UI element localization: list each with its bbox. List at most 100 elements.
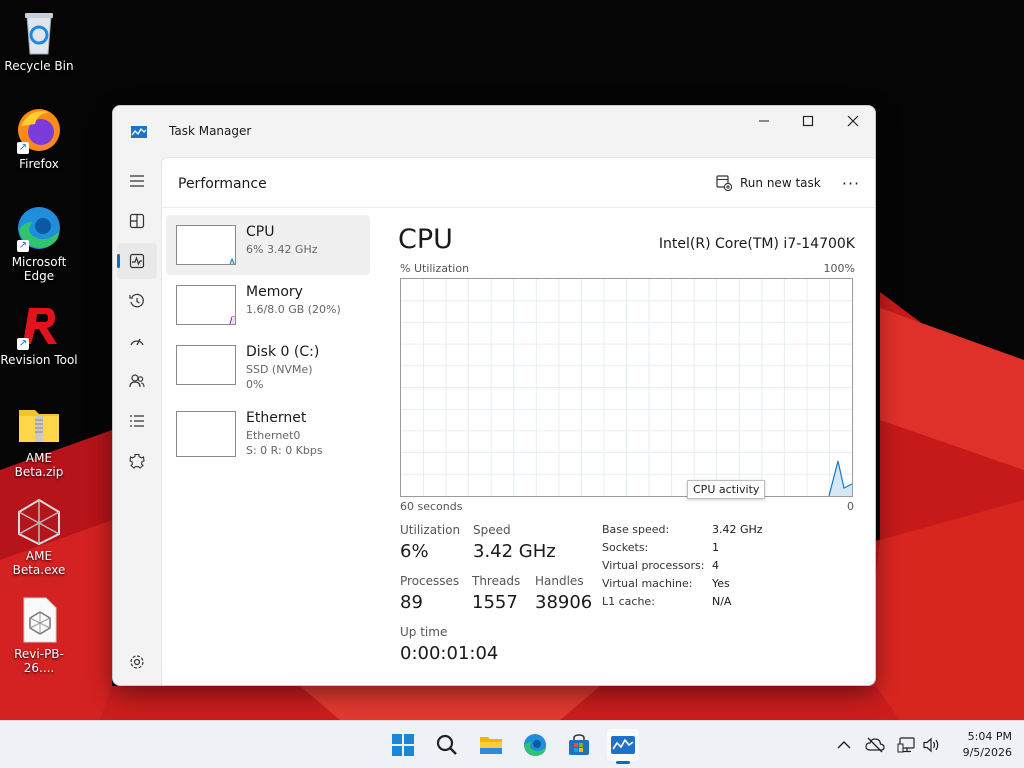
spec-label: Virtual machine: — [602, 577, 693, 590]
file-explorer-icon — [480, 737, 502, 754]
system-clock[interactable]: 5:04 PM 9/5/2026 — [950, 729, 1012, 761]
firefox-icon: ↗ — [15, 106, 63, 154]
resource-item-disk[interactable]: Disk 0 (C:) SSD (NVMe) 0% — [166, 335, 370, 395]
ethernet-thumbnail-graph — [176, 411, 236, 457]
spec-label: L1 cache: — [602, 595, 655, 608]
speed-value: 3.42 GHz — [473, 541, 556, 562]
desktop-icon-revision-tool[interactable]: ↗ Revision Tool — [0, 302, 78, 367]
zip-folder-icon — [15, 400, 63, 448]
desktop-icon-ame-exe[interactable]: AME Beta.exe — [0, 498, 78, 577]
search-icon — [436, 734, 457, 755]
nav-users[interactable] — [117, 363, 157, 399]
cpu-activity-tooltip: CPU activity — [687, 480, 766, 499]
nav-processes[interactable] — [117, 203, 157, 239]
nav-performance[interactable] — [117, 243, 157, 279]
processes-label: Processes — [400, 574, 460, 588]
resource-item-memory[interactable]: Memory 1.6/8.0 GB (20%) — [166, 275, 370, 335]
close-button[interactable] — [830, 106, 875, 136]
utilization-value: 6% — [400, 541, 429, 562]
nav-hamburger-button[interactable] — [117, 163, 157, 199]
maximize-icon — [802, 115, 814, 127]
spec-value: 4 — [712, 559, 719, 572]
taskbar-store[interactable] — [563, 729, 595, 761]
desktop-icon-edge[interactable]: ↗ Microsoft Edge — [0, 204, 78, 283]
maximize-button[interactable] — [785, 106, 831, 136]
startup-apps-icon — [130, 338, 144, 346]
network-icon — [897, 737, 915, 753]
hamburger-icon — [130, 175, 144, 187]
taskbar-edge[interactable] — [519, 729, 551, 761]
ame-exe-icon — [15, 498, 63, 546]
performance-page: Performance Run new task ··· CPU 6% 3.42… — [161, 157, 875, 685]
desktop-icon-label: Firefox — [19, 157, 59, 171]
network-status[interactable] — [897, 735, 917, 755]
desktop-icon-label: AME Beta.exe — [12, 549, 66, 577]
nav-services[interactable] — [117, 443, 157, 479]
min-axis-label: 0 — [847, 500, 854, 513]
taskbar-task-manager[interactable] — [607, 729, 639, 764]
performance-icon — [129, 253, 145, 269]
cpu-utilization-graph[interactable] — [400, 278, 853, 497]
spec-label: Base speed: — [602, 523, 670, 536]
spec-label: Virtual processors: — [602, 559, 705, 572]
title-bar[interactable]: Task Manager — [113, 106, 875, 156]
resource-detail: SSD (NVMe) — [246, 363, 313, 376]
task-manager-app-icon — [131, 123, 147, 138]
resource-detail: Ethernet0 — [246, 429, 301, 442]
start-button[interactable] — [387, 729, 419, 761]
onedrive-status[interactable] — [865, 735, 885, 755]
clock-time: 5:04 PM — [967, 730, 1012, 743]
desktop-icon-label: AME Beta.zip — [14, 451, 64, 479]
settings-icon — [130, 655, 144, 669]
clock-date: 9/5/2026 — [962, 746, 1012, 759]
nav-settings[interactable] — [117, 644, 157, 680]
time-axis-label: 60 seconds — [400, 500, 463, 513]
desktop-icon-firefox[interactable]: ↗ Firefox — [0, 106, 78, 171]
max-axis-label: 100% — [823, 262, 855, 275]
spec-label: Sockets: — [602, 541, 649, 554]
desktop-icon-ame-zip[interactable]: AME Beta.zip — [0, 400, 78, 479]
volume-control[interactable] — [922, 735, 942, 755]
run-new-task-label: Run new task — [740, 176, 821, 190]
minimize-button[interactable] — [741, 106, 787, 136]
utilization-label: Utilization — [400, 523, 461, 537]
close-icon — [847, 115, 859, 127]
resource-item-cpu[interactable]: CPU 6% 3.42 GHz — [166, 215, 370, 275]
handles-label: Handles — [535, 574, 584, 588]
task-manager-window: Task Manager Performance Run new task ··… — [112, 105, 876, 686]
more-icon: ··· — [841, 173, 861, 193]
desktop-icon-label: Recycle Bin — [4, 59, 74, 73]
processes-icon — [129, 213, 145, 229]
app-history-icon — [129, 293, 144, 308]
store-icon — [569, 734, 589, 755]
uptime-value: 0:00:01:04 — [400, 643, 499, 664]
revision-tool-icon: ↗ — [15, 302, 63, 350]
threads-value: 1557 — [472, 592, 518, 613]
taskbar-file-explorer[interactable] — [475, 729, 507, 761]
nav-startup-apps[interactable] — [117, 323, 157, 359]
cpu-thumbnail-graph — [176, 225, 236, 265]
cpu-activity-area — [829, 461, 852, 496]
show-hidden-icons-button[interactable] — [834, 735, 854, 755]
edge-icon — [524, 734, 546, 756]
uptime-label: Up time — [400, 625, 448, 639]
resource-detail: 1.6/8.0 GB (20%) — [246, 303, 341, 316]
resource-item-ethernet[interactable]: Ethernet Ethernet0 S: 0 R: 0 Kbps — [166, 401, 370, 461]
nav-app-history[interactable] — [117, 283, 157, 319]
taskbar: 5:04 PM 9/5/2026 — [0, 720, 1024, 768]
nav-details[interactable] — [117, 403, 157, 439]
desktop-icon-recycle-bin[interactable]: Recycle Bin — [0, 8, 78, 73]
minimize-icon — [759, 120, 769, 122]
task-manager-icon — [611, 736, 635, 754]
run-new-task-button[interactable]: Run new task — [716, 173, 821, 193]
taskbar-search-button[interactable] — [431, 729, 463, 761]
utilization-axis-label: % Utilization — [400, 262, 470, 275]
spec-value: 3.42 GHz — [712, 523, 763, 536]
more-options-button[interactable]: ··· — [838, 172, 864, 194]
cloud-offline-icon — [865, 737, 885, 753]
desktop-icon-revi-file[interactable]: Revi-PB-26.... — [0, 596, 78, 675]
recycle-bin-icon — [15, 8, 63, 56]
cpu-heading: CPU — [398, 224, 453, 255]
window-title: Task Manager — [169, 124, 252, 138]
resource-name: Disk 0 (C:) — [246, 344, 320, 360]
